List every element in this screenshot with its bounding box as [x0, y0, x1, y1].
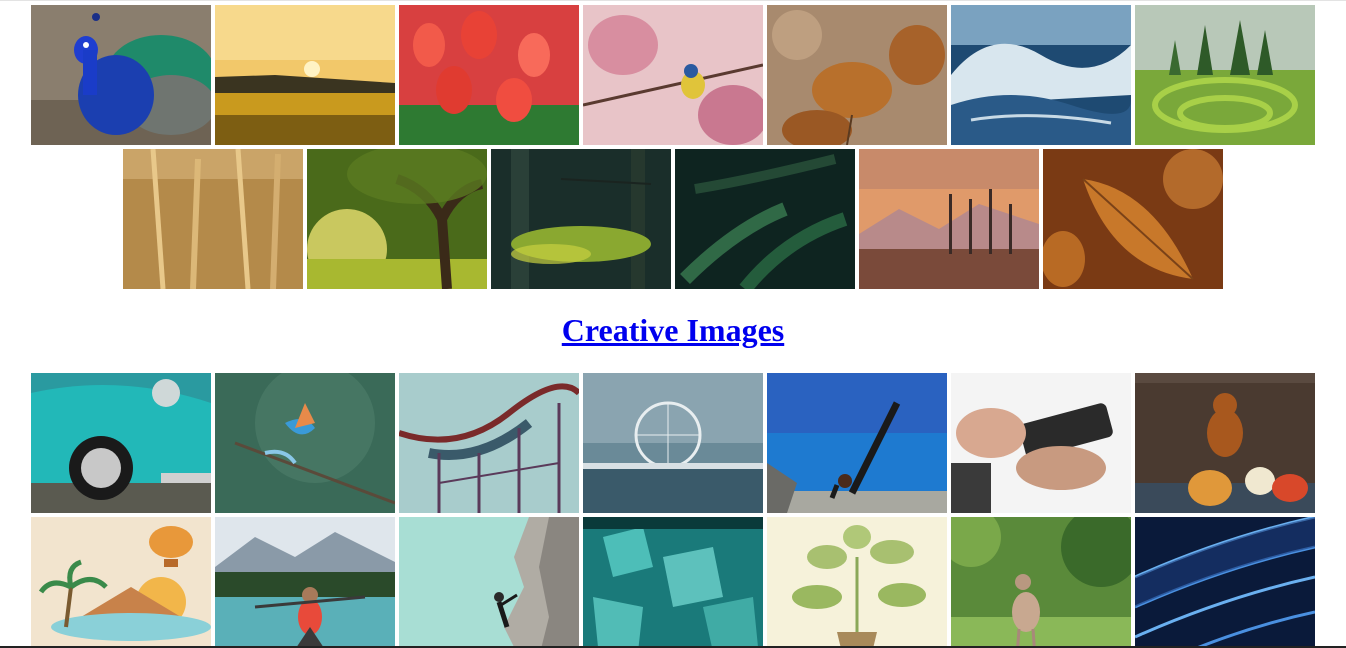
thumbnail-bird-blossom[interactable]	[583, 5, 763, 145]
thumbnail-kayak-lake[interactable]	[215, 517, 395, 646]
thumbnail-peacock[interactable]	[31, 5, 211, 145]
thumbnail-dachshund-pumpkins[interactable]	[1135, 373, 1315, 513]
thumbnail-deer-meadow[interactable]	[951, 517, 1131, 646]
creative-images-link[interactable]: Creative Images	[562, 312, 784, 348]
deer-meadow-image	[951, 517, 1131, 646]
teal-crystals-image	[583, 517, 763, 646]
pine-branches-image	[675, 149, 855, 289]
forest-bokeh-image	[491, 149, 671, 289]
thumbnail-beach-illustration[interactable]	[31, 517, 211, 646]
section-heading: Creative Images	[0, 312, 1346, 349]
gallery-row-1	[0, 5, 1346, 145]
thumbnail-kingfisher-flight[interactable]	[215, 373, 395, 513]
thumbnail-forest-bokeh[interactable]	[491, 149, 671, 289]
thumbnail-ocean-wave[interactable]	[951, 5, 1131, 145]
thumbnail-hedge-maze[interactable]	[1135, 5, 1315, 145]
camera-hands-image	[951, 373, 1131, 513]
ferris-wheel-harbor-image	[583, 373, 763, 513]
thumbnail-ferris-wheel-harbor[interactable]	[583, 373, 763, 513]
kingfisher-flight-image	[215, 373, 395, 513]
thumbnail-red-tulips[interactable]	[399, 5, 579, 145]
lake-sunset-image	[859, 149, 1039, 289]
sunlit-tree-image	[307, 149, 487, 289]
thumbnail-sunlit-tree[interactable]	[307, 149, 487, 289]
gallery-row-3	[0, 373, 1346, 513]
wheat-image	[123, 149, 303, 289]
climber-illustration-image	[399, 517, 579, 646]
thumbnail-vintage-teal-car[interactable]	[31, 373, 211, 513]
thumbnail-climber-illustration[interactable]	[399, 517, 579, 646]
roller-coaster-image	[399, 373, 579, 513]
red-tulips-image	[399, 5, 579, 145]
thumbnail-sunflower-sunset[interactable]	[215, 5, 395, 145]
thumbnail-roller-coaster[interactable]	[399, 373, 579, 513]
thumbnail-blue-architecture[interactable]	[1135, 517, 1315, 646]
thumbnail-plant-illustration[interactable]	[767, 517, 947, 646]
thumbnail-autumn-leaf[interactable]	[1043, 149, 1223, 289]
bird-blossom-image	[583, 5, 763, 145]
gallery-row-2	[0, 149, 1346, 289]
thumbnail-teal-crystals[interactable]	[583, 517, 763, 646]
thumbnail-pine-branches[interactable]	[675, 149, 855, 289]
top-divider	[0, 0, 1346, 1]
gallery-row-4	[0, 517, 1346, 646]
sunflower-sunset-image	[215, 5, 395, 145]
thumbnail-camera-hands[interactable]	[951, 373, 1131, 513]
peacock-image	[31, 5, 211, 145]
thumbnail-wheat[interactable]	[123, 149, 303, 289]
dried-hydrangea-image	[767, 5, 947, 145]
hedge-maze-image	[1135, 5, 1315, 145]
beach-illustration-image	[31, 517, 211, 646]
plant-illustration-image	[767, 517, 947, 646]
blue-architecture-image	[1135, 517, 1315, 646]
thumbnail-lake-sunset[interactable]	[859, 149, 1039, 289]
dachshund-pumpkins-image	[1135, 373, 1315, 513]
thumbnail-yoga-beach[interactable]	[767, 373, 947, 513]
thumbnail-dried-hydrangea[interactable]	[767, 5, 947, 145]
yoga-beach-image	[767, 373, 947, 513]
vintage-teal-car-image	[31, 373, 211, 513]
autumn-leaf-image	[1043, 149, 1223, 289]
ocean-wave-image	[951, 5, 1131, 145]
kayak-lake-image	[215, 517, 395, 646]
